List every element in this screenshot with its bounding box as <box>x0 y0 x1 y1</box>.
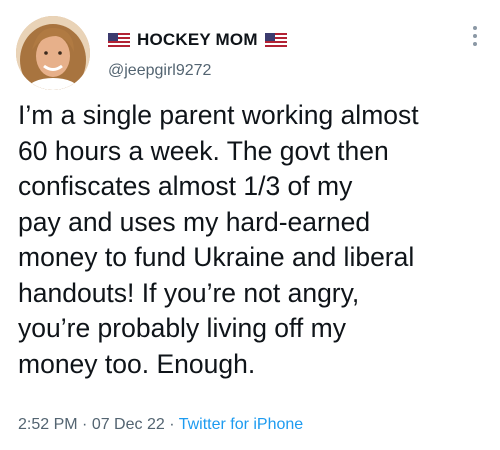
author-name-row[interactable]: HOCKEY MOM <box>108 30 287 50</box>
tweet-line: money too. Enough. <box>18 348 256 379</box>
meta-separator: · <box>77 416 92 433</box>
tweet-card: HOCKEY MOM @jeepgirl9272 I’m a single pa… <box>0 0 500 450</box>
us-flag-icon <box>108 33 130 47</box>
us-flag-icon <box>264 33 287 47</box>
avatar-photo <box>16 16 90 90</box>
tweet-line: pay and uses my hard-earned <box>18 206 371 237</box>
author-handle[interactable]: @jeepgirl9272 <box>108 62 211 80</box>
author-display-name: HOCKEY MOM <box>137 30 258 49</box>
tweet-date[interactable]: 07 Dec 22 <box>92 416 165 433</box>
tweet-line: you’re probably living off my <box>18 313 346 343</box>
tweet-line: confiscates almost 1/3 of my <box>18 171 353 201</box>
tweet-line: money to fund Ukraine and liberal <box>18 242 415 272</box>
tweet-line: handouts! If you’re not angry, <box>18 277 360 308</box>
more-dot <box>473 42 477 46</box>
more-dot <box>473 26 477 30</box>
tweet-time[interactable]: 2:52 PM <box>18 416 78 433</box>
tweet-text: I’m a single parent working almost 60 ho… <box>18 98 492 382</box>
more-dot <box>473 34 477 38</box>
tweet-line: I’m a single parent working almost <box>18 100 419 130</box>
tweet-source-link[interactable]: Twitter for iPhone <box>179 416 304 433</box>
tweet-line: 60 hours a week. The govt then <box>18 135 389 166</box>
avatar[interactable] <box>16 16 90 90</box>
meta-separator: · <box>164 416 179 433</box>
tweet-meta: 2:52 PM · 07 Dec 22 · Twitter for iPhone <box>18 416 303 434</box>
more-options-icon[interactable] <box>472 26 478 46</box>
